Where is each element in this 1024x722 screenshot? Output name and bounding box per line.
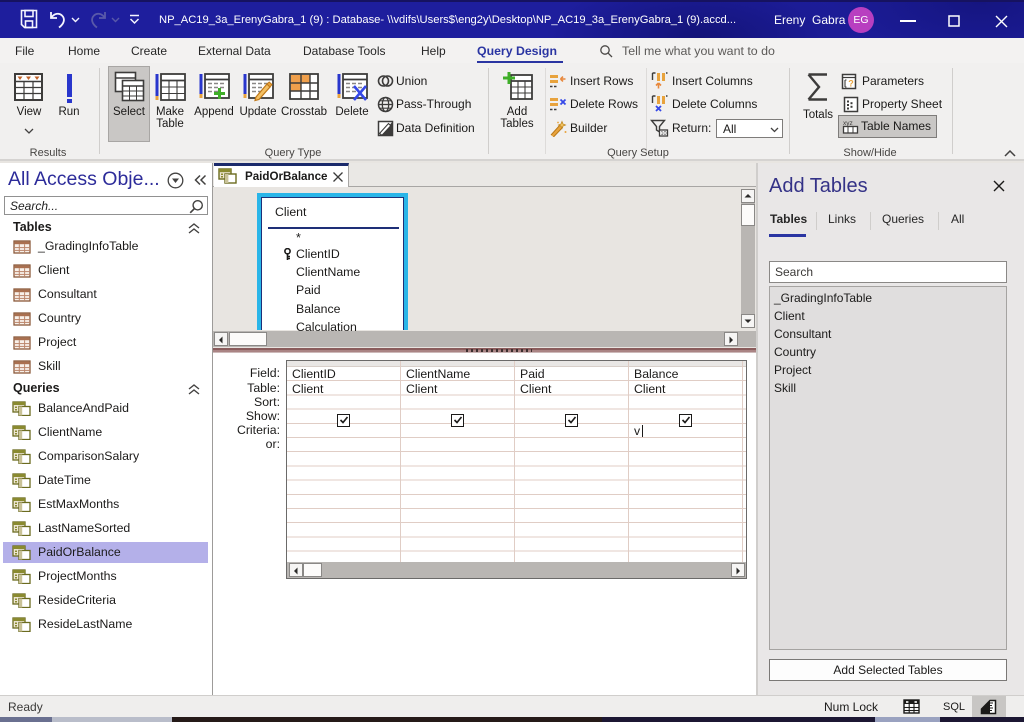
svg-text:10: 10 (660, 131, 666, 137)
svg-text:?: ? (848, 79, 854, 89)
